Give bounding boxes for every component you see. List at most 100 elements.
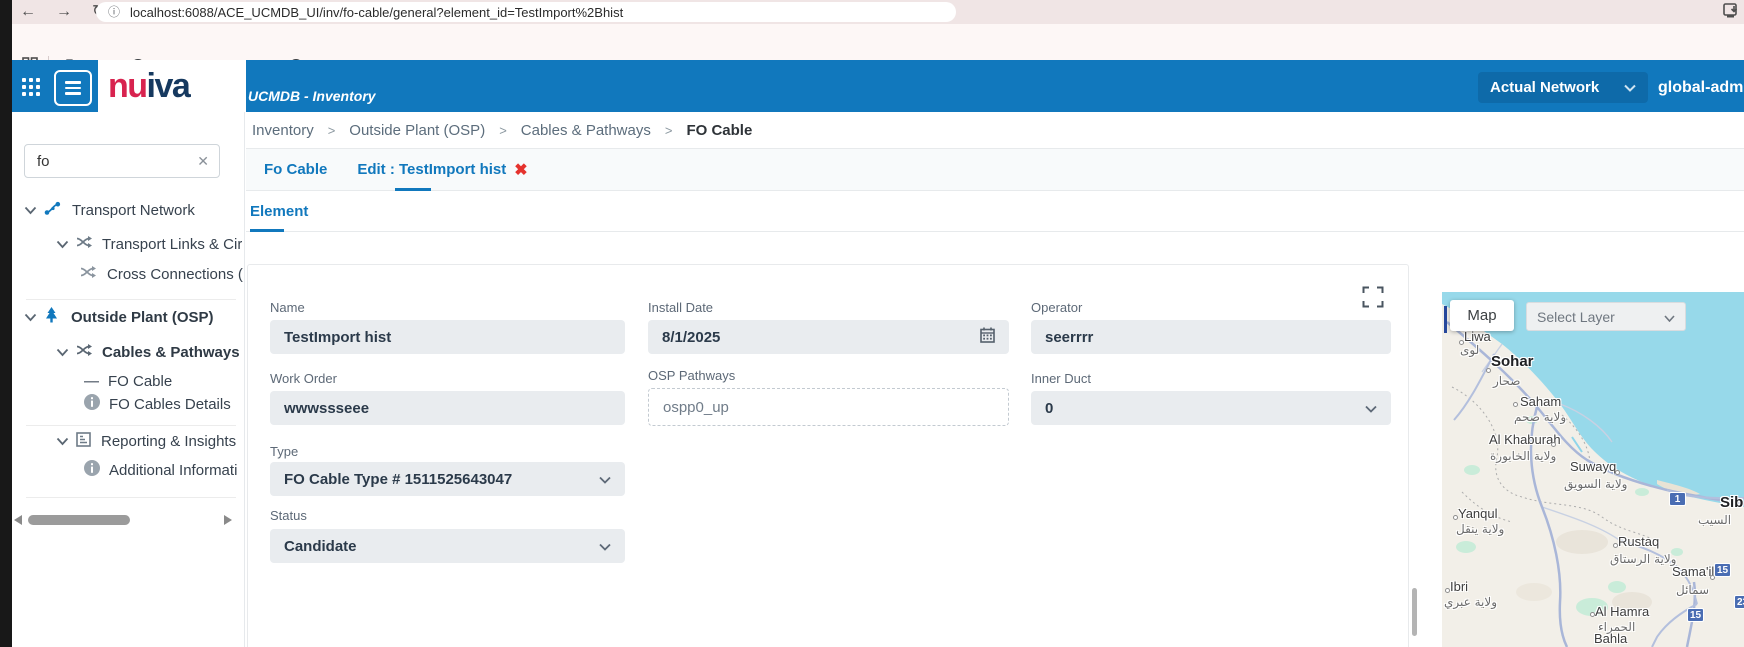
map-label-sib: Sib [1720,494,1743,511]
map-label-samail-ar: سمائل [1676,583,1709,597]
clear-search-icon[interactable]: ✕ [197,153,209,170]
close-tab-icon[interactable]: ✖ [514,160,527,180]
breadcrumb-outside-plant[interactable]: Outside Plant (OSP) [349,122,485,139]
sidebar-item-reporting-insights[interactable]: Reporting & Insights [56,429,244,453]
chevron-down-icon[interactable] [56,240,69,249]
work-order-field[interactable]: wwwssseee [270,391,625,425]
name-label: Name [270,300,305,315]
scroll-left-arrow[interactable] [14,515,22,525]
sidebar-item-cables-pathways[interactable]: Cables & Pathways [56,340,244,364]
map-type-button[interactable]: Map [1450,300,1514,331]
tab-element[interactable]: Element [250,203,308,220]
route-badge: 1 [1669,492,1686,506]
type-label: Type [270,444,298,459]
map-label-ibri-ar: ولاية عبري [1444,595,1497,609]
map-label-saham-ar: ولاية صحم [1514,410,1566,424]
breadcrumb: Inventory > Outside Plant (OSP) > Cables… [246,112,1744,149]
info-icon [84,460,100,480]
install-date-label: Install Date [648,300,713,315]
chevron-down-icon[interactable] [56,348,69,357]
city-marker [1615,470,1620,475]
shuffle-icon [76,343,92,361]
chevron-down-icon [1624,79,1636,96]
fullscreen-icon[interactable] [1362,286,1384,313]
download-icon[interactable] [1722,2,1740,25]
layer-select[interactable]: Select Layer [1526,302,1686,331]
network-selector[interactable]: Actual Network [1478,72,1648,103]
sidebar-item-transport-network[interactable]: Transport Network [24,198,244,222]
search-input[interactable] [37,153,187,170]
breadcrumb-separator: > [665,123,673,138]
dash-icon: — [84,373,99,390]
breadcrumb-separator: > [499,123,507,138]
map-label-al-khaburah: Al Khaburah [1489,432,1561,447]
breadcrumb-inventory[interactable]: Inventory [252,122,314,139]
chevron-down-icon[interactable] [24,313,37,322]
inner-duct-label: Inner Duct [1031,371,1091,386]
apps-grid-icon[interactable] [22,78,40,96]
city-marker [1590,612,1595,617]
inner-duct-select[interactable]: 0 [1031,391,1391,425]
sidebar-item-additional-information[interactable]: Additional Informati [84,458,244,482]
info-icon [84,394,100,414]
breadcrumb-cables-pathways[interactable]: Cables & Pathways [521,122,651,139]
city-marker [1613,543,1618,548]
forward-icon[interactable]: → [56,1,72,23]
type-select[interactable]: FO Cable Type # 1511525643047 [270,462,625,496]
install-date-field[interactable]: 8/1/2025 [648,320,1009,354]
sidebar-item-outside-plant[interactable]: Outside Plant (OSP) [24,305,244,329]
menu-toggle-button[interactable] [54,70,92,106]
vertical-scrollbar-thumb[interactable] [1412,588,1417,636]
route-badge: 15 [1714,563,1731,577]
status-select[interactable]: Candidate [270,529,625,563]
chevron-down-icon [1365,400,1377,417]
operator-field[interactable]: seerrrr [1031,320,1391,354]
route-badge: 15 [1687,608,1704,622]
bookmarks-bar: cours Bootstrap vs Node.j... Connaître l… [0,24,1744,60]
back-icon[interactable]: ← [20,1,36,23]
shuffle-icon [80,265,96,283]
map-label-suwayq-ar: ولاية السويق [1564,477,1627,491]
chevron-down-icon[interactable] [24,206,37,215]
city-marker [1513,402,1518,407]
map-label-liwa-ar: لوى [1460,343,1479,357]
logo-plate: nuiva [98,60,246,112]
chevron-down-icon[interactable] [56,437,69,446]
scroll-right-arrow[interactable] [224,515,232,525]
city-marker [1459,340,1464,345]
map-label-suwayq: Suwayq [1570,459,1616,474]
tab-edit-testimport[interactable]: Edit : TestImport hist ✖ [357,160,527,180]
osp-pathways-field[interactable]: ospp0_up [648,388,1009,426]
breadcrumb-separator: > [328,123,336,138]
status-label: Status [270,508,307,523]
tree-divider [26,497,236,498]
url-text[interactable]: localhost:6088/ACE_UCMDB_UI/inv/fo-cable… [130,5,623,20]
map-label-yanqul: Yanqul [1458,506,1498,521]
sidebar-search[interactable]: ✕ [24,144,220,178]
map-label-sib-ar: السيب [1698,513,1731,527]
map-label-sohar-ar: صحار [1493,374,1520,388]
work-order-label: Work Order [270,371,337,386]
map-label-rustaq: Rustaq [1618,534,1659,549]
name-field[interactable]: TestImport hist [270,320,625,354]
sidebar-item-fo-cable[interactable]: — FO Cable [84,369,244,393]
sidebar-item-cross-connections[interactable]: Cross Connections ( [80,262,244,286]
tab-fo-cable[interactable]: Fo Cable [264,161,327,178]
city-marker [1551,442,1556,447]
calendar-icon[interactable] [980,327,995,347]
breadcrumb-fo-cable: FO Cable [686,122,752,139]
network-icon [44,201,61,220]
horizontal-scrollbar-thumb[interactable] [28,515,130,525]
chevron-down-icon [599,538,611,555]
user-name[interactable]: global-admin [1658,79,1744,97]
chevron-down-icon [599,471,611,488]
tab-bar: Fo Cable Edit : TestImport hist ✖ [246,149,1744,191]
cable-route-line [1444,306,1447,333]
map-label-ibri: Ibri [1450,579,1468,594]
sidebar-item-transport-links[interactable]: Transport Links & Cir [56,232,244,256]
map-label-samail: Sama'il [1672,564,1714,579]
sidebar-item-fo-cables-details[interactable]: FO Cables Details [84,392,244,416]
site-info-icon[interactable]: ⓘ [108,6,120,18]
shuffle-icon [76,235,92,253]
address-bar[interactable]: ⓘ localhost:6088/ACE_UCMDB_UI/inv/fo-cab… [96,2,956,22]
